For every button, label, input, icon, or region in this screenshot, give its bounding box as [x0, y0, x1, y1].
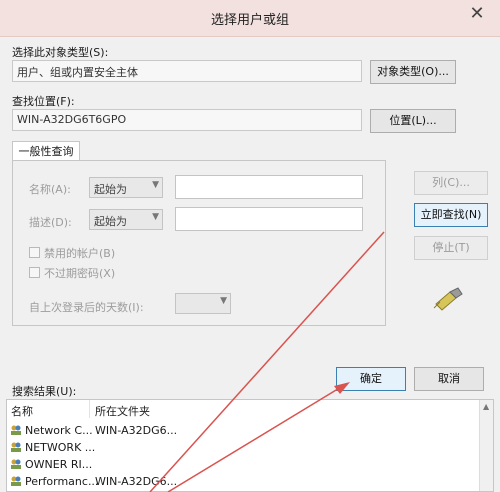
- disabled-accounts-label: 禁用的帐户(B): [44, 247, 116, 260]
- description-mode-value: 起始为: [94, 215, 127, 228]
- close-button[interactable]: ✕: [464, 4, 490, 24]
- dialog-title: 选择用户或组: [210, 13, 289, 28]
- ok-button[interactable]: 确定: [336, 367, 406, 391]
- non-expiring-password-label: 不过期密码(X): [44, 267, 116, 280]
- search-flashlight-icon: [433, 287, 463, 311]
- user-group-icon: [10, 441, 22, 456]
- object-types-button[interactable]: 对象类型(O)...: [370, 60, 456, 84]
- locations-button[interactable]: 位置(L)...: [370, 109, 456, 133]
- tab-common-queries[interactable]: 一般性查询: [12, 141, 80, 162]
- days-since-logon-select[interactable]: ▼: [175, 293, 231, 314]
- location-field: WIN-A32DG6T6GPO: [12, 109, 362, 131]
- name-mode-value: 起始为: [94, 183, 127, 196]
- column-header-name[interactable]: 名称: [11, 403, 33, 419]
- name-mode-select[interactable]: 起始为 ▼: [89, 177, 163, 198]
- row-folder: WIN-A32DG6...: [95, 424, 178, 437]
- object-type-field: 用户、组或内置安全主体: [12, 60, 362, 82]
- location-label: 查找位置(F):: [12, 95, 75, 108]
- days-since-logon-label: 自上次登录后的天数(I):: [29, 301, 144, 314]
- chevron-down-icon: ▼: [152, 180, 159, 190]
- scroll-up-icon: ▲: [483, 402, 490, 411]
- row-name: OWNER RI...: [25, 458, 93, 471]
- description-label: 描述(D):: [29, 216, 72, 229]
- results-scrollbar[interactable]: ▲: [479, 400, 493, 491]
- table-row[interactable]: Performanc... WIN-A32DG6...: [7, 473, 477, 490]
- chevron-down-icon: ▼: [220, 296, 227, 306]
- name-label: 名称(A):: [29, 183, 71, 196]
- cancel-button[interactable]: 取消: [414, 367, 484, 391]
- column-header-folder[interactable]: 所在文件夹: [95, 403, 150, 419]
- search-results-list[interactable]: 名称 所在文件夹 Network C... WIN-A32DG6... NETW…: [6, 399, 494, 492]
- table-row[interactable]: Network C... WIN-A32DG6...: [7, 422, 477, 439]
- row-name: NETWORK ...: [25, 441, 96, 454]
- select-users-dialog: 选择用户或组 ✕ 选择此对象类型(S): 用户、组或内置安全主体 对象类型(O)…: [0, 0, 500, 492]
- common-queries-panel: 名称(A): 起始为 ▼ 描述(D): 起始为 ▼ 禁用的帐户(B) 不过期密码…: [12, 160, 386, 326]
- find-now-button[interactable]: 立即查找(N): [414, 203, 488, 227]
- row-name: Performanc...: [25, 475, 99, 488]
- column-divider: [89, 400, 90, 418]
- table-row[interactable]: OWNER RI...: [7, 456, 477, 473]
- row-folder: WIN-A32DG6...: [95, 475, 178, 488]
- user-group-icon: [10, 475, 22, 490]
- table-row[interactable]: NETWORK ...: [7, 439, 477, 456]
- chevron-down-icon: ▼: [152, 212, 159, 222]
- stop-button[interactable]: 停止(T): [414, 236, 488, 260]
- search-results-label: 搜索结果(U):: [12, 385, 77, 398]
- title-bar: 选择用户或组 ✕: [0, 0, 500, 37]
- name-input[interactable]: [175, 175, 363, 199]
- disabled-accounts-checkbox[interactable]: [29, 247, 40, 258]
- columns-button[interactable]: 列(C)...: [414, 171, 488, 195]
- description-mode-select[interactable]: 起始为 ▼: [89, 209, 163, 230]
- row-name: Network C...: [25, 424, 93, 437]
- non-expiring-password-checkbox[interactable]: [29, 267, 40, 278]
- user-group-icon: [10, 424, 22, 439]
- user-group-icon: [10, 458, 22, 473]
- description-input[interactable]: [175, 207, 363, 231]
- object-type-label: 选择此对象类型(S):: [12, 46, 109, 59]
